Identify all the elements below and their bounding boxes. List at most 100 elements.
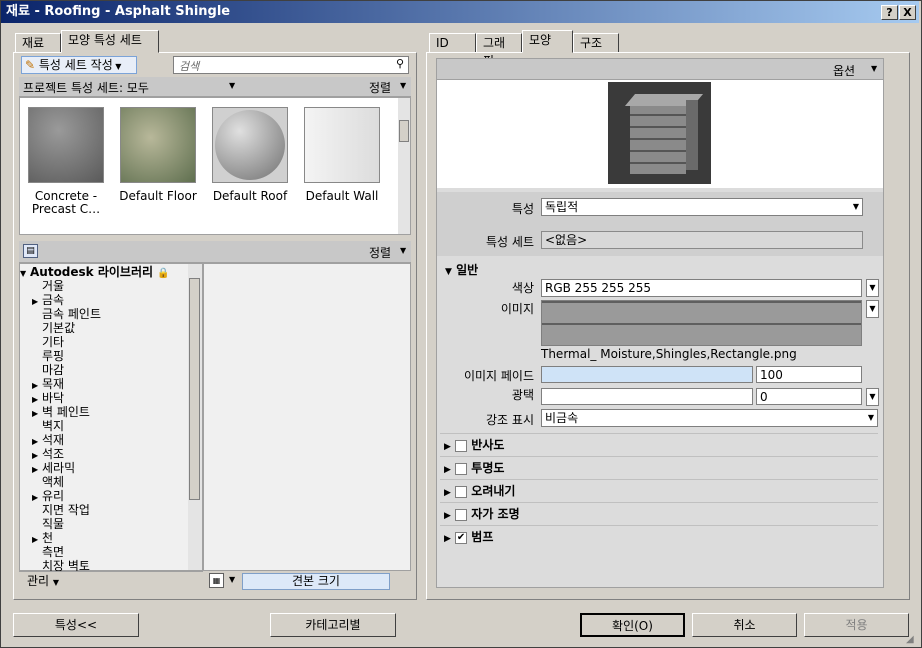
library-root[interactable]: ▼ Autodesk 라이브러리 🔒 — [20, 265, 188, 279]
section-header[interactable]: ▶ 투명도 — [440, 456, 878, 478]
tree-item[interactable]: 측면 — [20, 545, 188, 559]
expand-right-icon: ▶ — [444, 442, 451, 452]
title-bar: 재료 - Roofing - Asphalt Shingle — [1, 1, 919, 23]
image-texture[interactable] — [541, 300, 862, 346]
property-select[interactable]: 독립적 ▼ — [541, 198, 863, 216]
thumb-default-roof[interactable] — [212, 107, 288, 183]
tree-item[interactable]: ▶ 석재 — [20, 433, 188, 447]
tree-item[interactable]: 지면 작업 — [20, 503, 188, 517]
property-set-value: <없음> — [541, 231, 863, 249]
chevron-down-icon[interactable]: ▼ — [229, 575, 235, 584]
tab-structure[interactable]: 구조 — [573, 33, 619, 53]
thumb-concrete[interactable] — [28, 107, 104, 183]
tree-item[interactable]: ▶ 바닥 — [20, 391, 188, 405]
tree-item-label: 금속 — [42, 293, 65, 307]
help-button[interactable]: ? — [881, 5, 898, 20]
lock-icon: 🔒 — [157, 268, 170, 279]
section-checkbox[interactable] — [455, 439, 468, 452]
chevron-down-icon[interactable]: ▼ — [400, 246, 406, 255]
project-filter-label[interactable]: 프로젝트 특성 세트: 모두 — [23, 79, 149, 96]
tree-item[interactable]: ▶ 세라믹 — [20, 461, 188, 475]
section-header[interactable]: ▶ 오려내기 — [440, 479, 878, 501]
section-checkbox[interactable]: ✔ — [455, 531, 468, 544]
general-section-header[interactable]: ▼ 일반 — [445, 261, 478, 278]
gloss-label: 광택 — [511, 388, 534, 402]
thumb-scrollbar[interactable] — [398, 98, 410, 234]
tree-scrollbar[interactable] — [188, 264, 202, 570]
tree-item[interactable]: 벽지 — [20, 419, 188, 433]
color-field[interactable]: RGB 255 255 255 — [541, 279, 862, 297]
tree-item-label: 금속 페인트 — [42, 307, 102, 321]
fade-value[interactable]: 100 — [756, 366, 862, 383]
tree-item[interactable]: 직물 — [20, 517, 188, 531]
close-button[interactable]: X — [899, 5, 916, 20]
tree-item[interactable]: ▶ 금속 — [20, 293, 188, 307]
section-header[interactable]: ▶ 자가 조명 — [440, 502, 878, 524]
image-dropdown[interactable]: ▼ — [866, 300, 879, 318]
view-mode-icon[interactable]: ▦ — [209, 573, 224, 588]
tab-id[interactable]: ID — [429, 33, 476, 53]
properties-toggle-button[interactable]: 특성<< — [13, 613, 139, 637]
gloss-dropdown[interactable]: ▼ — [866, 388, 879, 406]
chevron-down-icon[interactable]: ▼ — [871, 64, 877, 73]
highlight-select[interactable]: 비금속 ▼ — [541, 409, 878, 427]
fade-label: 이미지 페이드 — [463, 369, 534, 383]
create-set-button[interactable]: ✎ 특성 세트 작성 ▼ — [21, 56, 137, 74]
section-label: 반사도 — [471, 438, 505, 452]
sample-size-field[interactable]: 견본 크기 — [242, 573, 390, 590]
tree-item-label: 마감 — [42, 363, 65, 377]
section-checkbox[interactable] — [455, 508, 468, 521]
chevron-down-icon[interactable]: ▼ — [229, 81, 235, 90]
tree-item[interactable]: 루핑 — [20, 349, 188, 363]
manage-menu[interactable]: 관리 ▼ — [19, 571, 203, 591]
cancel-button[interactable]: 취소 — [692, 613, 797, 637]
section-header[interactable]: ▶ ✔ 범프 — [440, 525, 878, 547]
tree-item[interactable]: 기타 — [20, 335, 188, 349]
highlight-label: 강조 표시 — [486, 413, 534, 427]
section-header[interactable]: ▶ 반사도 — [440, 433, 878, 455]
tab-materials[interactable]: 재료 — [15, 33, 61, 53]
library-sort-label[interactable]: 정렬 — [369, 244, 391, 261]
resize-grip-icon[interactable]: ◢ — [906, 634, 914, 645]
create-set-label: 특성 세트 작성 — [38, 58, 113, 72]
chevron-down-icon: ▼ — [867, 413, 874, 422]
tree-item-label: 유리 — [42, 489, 65, 503]
thumb-default-wall[interactable] — [304, 107, 380, 183]
tree-item[interactable]: 액체 — [20, 475, 188, 489]
thumb-default-floor[interactable] — [120, 107, 196, 183]
tree-item-label: 바닥 — [42, 391, 65, 405]
sort-label[interactable]: 정렬 — [369, 79, 391, 96]
section-checkbox[interactable] — [455, 462, 468, 475]
tree-item[interactable]: 금속 페인트 — [20, 307, 188, 321]
tree-item[interactable]: ▶ 벽 페인트 — [20, 405, 188, 419]
tree-item[interactable]: 마감 — [20, 363, 188, 377]
section-label: 오려내기 — [471, 484, 516, 498]
search-input[interactable]: 검색 ⚲ — [173, 56, 409, 74]
gloss-value[interactable]: 0 — [756, 388, 862, 405]
tree-item-label: 직물 — [42, 517, 65, 531]
section-checkbox[interactable] — [455, 485, 468, 498]
tree-item[interactable]: ▶ 유리 — [20, 489, 188, 503]
tree-item[interactable]: ▶ 목재 — [20, 377, 188, 391]
tree-item-label: 액체 — [42, 475, 65, 489]
tree-item[interactable]: 기본값 — [20, 321, 188, 335]
tree-item[interactable]: ▶ 천 — [20, 531, 188, 545]
tab-graphics[interactable]: 그래픽 — [476, 33, 522, 68]
tab-appearance-sets[interactable]: 모양 특성 세트 — [61, 30, 159, 53]
highlight-value: 비금속 — [545, 411, 579, 425]
apply-button[interactable]: 적용 — [804, 613, 909, 637]
chevron-down-icon: ▼ — [852, 202, 859, 211]
gloss-slider[interactable] — [541, 388, 753, 405]
tree-item[interactable]: 거울 — [20, 279, 188, 293]
options-menu[interactable]: 옵션 — [833, 62, 855, 79]
ok-button[interactable]: 확인(O) — [580, 613, 685, 637]
library-panel-icon[interactable]: ▤ — [23, 244, 38, 258]
color-dropdown[interactable]: ▼ — [866, 279, 879, 297]
by-category-button[interactable]: 카테고리별 — [270, 613, 396, 637]
fade-slider[interactable] — [541, 366, 753, 383]
tree-item[interactable]: ▶ 석조 — [20, 447, 188, 461]
expand-right-icon: ▶ — [444, 511, 451, 521]
tab-appearance[interactable]: 모양 — [522, 30, 573, 53]
section-label: 범프 — [471, 530, 494, 544]
chevron-down-icon[interactable]: ▼ — [400, 81, 406, 90]
